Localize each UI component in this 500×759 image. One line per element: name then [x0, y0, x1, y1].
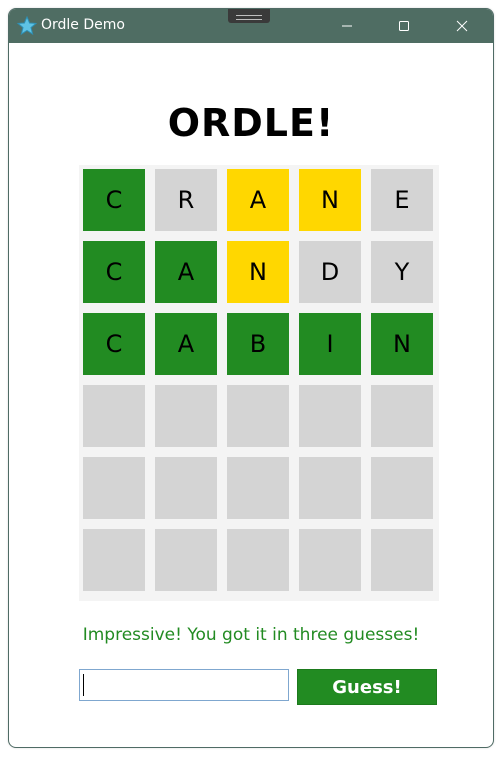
letter-tile: Y [371, 241, 433, 303]
empty-tile [155, 385, 217, 447]
letter-tile: D [299, 241, 361, 303]
empty-tile [227, 385, 289, 447]
empty-tile [83, 385, 145, 447]
letter-tile: A [227, 169, 289, 231]
game-title: ORDLE! [167, 101, 335, 145]
snap-layout-handle[interactable] [228, 9, 270, 23]
empty-tile [227, 457, 289, 519]
guess-button[interactable]: Guess! [297, 669, 437, 705]
guess-input[interactable] [79, 669, 289, 701]
title-bar[interactable]: Ordle Demo [9, 9, 493, 43]
game-board: CRANECANDYCABIN [79, 165, 439, 601]
letter-tile: I [299, 313, 361, 375]
empty-tile [83, 529, 145, 591]
letter-tile: N [299, 169, 361, 231]
empty-tile [371, 385, 433, 447]
status-message: Impressive! You got it in three guesses! [82, 625, 420, 645]
empty-tile [155, 529, 217, 591]
app-window: Ordle Demo ORDLE! CRANECANDYCABIN Impres… [8, 8, 494, 748]
empty-tile [299, 385, 361, 447]
letter-tile: C [83, 313, 145, 375]
close-button[interactable] [439, 9, 485, 43]
letter-tile: A [155, 313, 217, 375]
letter-tile: R [155, 169, 217, 231]
empty-tile [83, 457, 145, 519]
close-icon [456, 20, 468, 32]
minimize-icon [342, 25, 352, 27]
maximize-button[interactable] [381, 9, 427, 43]
letter-tile: A [155, 241, 217, 303]
text-caret [83, 674, 84, 696]
letter-tile: E [371, 169, 433, 231]
letter-tile: C [83, 241, 145, 303]
minimize-button[interactable] [324, 9, 370, 43]
empty-tile [299, 457, 361, 519]
letter-tile: C [83, 169, 145, 231]
letter-tile: N [227, 241, 289, 303]
letter-tile: N [371, 313, 433, 375]
letter-tile: B [227, 313, 289, 375]
empty-tile [299, 529, 361, 591]
empty-tile [371, 529, 433, 591]
empty-tile [371, 457, 433, 519]
star-icon [16, 15, 38, 36]
maximize-icon [399, 21, 409, 31]
empty-tile [155, 457, 217, 519]
empty-tile [227, 529, 289, 591]
window-title: Ordle Demo [41, 17, 125, 33]
